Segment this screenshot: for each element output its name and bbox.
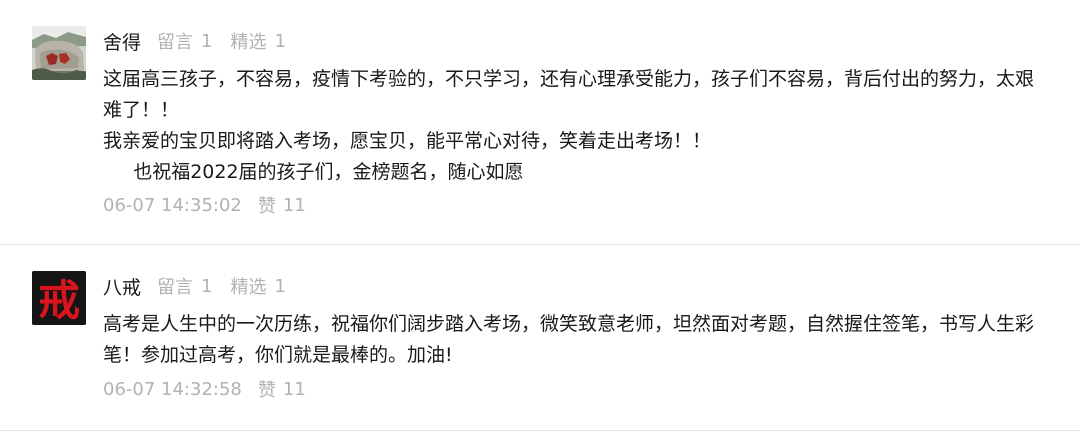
comment-text-line: 难了！！ xyxy=(103,99,180,121)
avatar[interactable]: 戒 xyxy=(32,271,86,325)
avatar[interactable] xyxy=(32,26,86,80)
comment-text-line: 也祝福2022届的孩子们，金榜题名，随心如愿 xyxy=(103,161,524,183)
comment-item: 舍得 留言 1 精选 1 这届高三孩子，不容易，疫情下考验的，不只学习，还有心理… xyxy=(0,0,1080,245)
comment-divider xyxy=(0,430,1080,431)
comment-text-line: 笔！参加过高考，你们就是最棒的。加油! xyxy=(103,344,453,366)
comment-body: 这届高三孩子，不容易，疫情下考验的，不只学习，还有心理承受能力，孩子们不容易，背… xyxy=(103,64,1053,188)
comment-header: 八戒 留言 1 精选 1 xyxy=(103,272,294,300)
featured-count: 1 xyxy=(274,275,286,297)
comment-footer: 06-07 14:32:58 赞 11 xyxy=(103,375,306,403)
like-count: 11 xyxy=(282,378,306,400)
author-name[interactable]: 八戒 xyxy=(103,273,141,300)
like-button[interactable]: 赞 xyxy=(258,192,276,218)
reply-label: 留言 xyxy=(157,277,194,298)
comment-text-line: 这届高三孩子，不容易，疫情下考验的，不只学习，还有心理承受能力，孩子们不容易，背… xyxy=(103,68,1035,90)
featured-count: 1 xyxy=(274,30,286,52)
avatar-glyph: 戒 xyxy=(38,276,80,325)
comment-timestamp: 06-07 14:32:58 xyxy=(103,378,242,400)
comment-header: 舍得 留言 1 精选 1 xyxy=(103,27,294,55)
comment-item: 戒 八戒 留言 1 精选 1 高考是人生中的一次历练，祝福你们阔步踏入考场，微笑… xyxy=(0,245,1080,435)
comment-footer: 06-07 14:35:02 赞 11 xyxy=(103,191,306,219)
reply-count: 1 xyxy=(201,275,213,297)
featured-label: 精选 xyxy=(230,32,267,53)
calligraphy-avatar-icon: 戒 xyxy=(32,271,86,325)
comment-text-line: 我亲爱的宝贝即将踏入考场，愿宝贝，能平常心对待，笑着走出考场！！ xyxy=(103,130,712,152)
reply-count: 1 xyxy=(201,30,213,52)
comment-body: 高考是人生中的一次历练，祝福你们阔步踏入考场，微笑致意老师，坦然面对考题，自然握… xyxy=(103,309,1053,371)
comment-text-line: 高考是人生中的一次历练，祝福你们阔步踏入考场，微笑致意老师，坦然面对考题，自然握… xyxy=(103,313,1035,335)
rock-landscape-avatar-icon xyxy=(32,26,86,80)
author-name[interactable]: 舍得 xyxy=(103,28,141,55)
reply-label: 留言 xyxy=(157,32,194,53)
comment-timestamp: 06-07 14:35:02 xyxy=(103,194,242,216)
like-button[interactable]: 赞 xyxy=(258,376,276,402)
like-count: 11 xyxy=(282,194,306,216)
featured-label: 精选 xyxy=(230,277,267,298)
